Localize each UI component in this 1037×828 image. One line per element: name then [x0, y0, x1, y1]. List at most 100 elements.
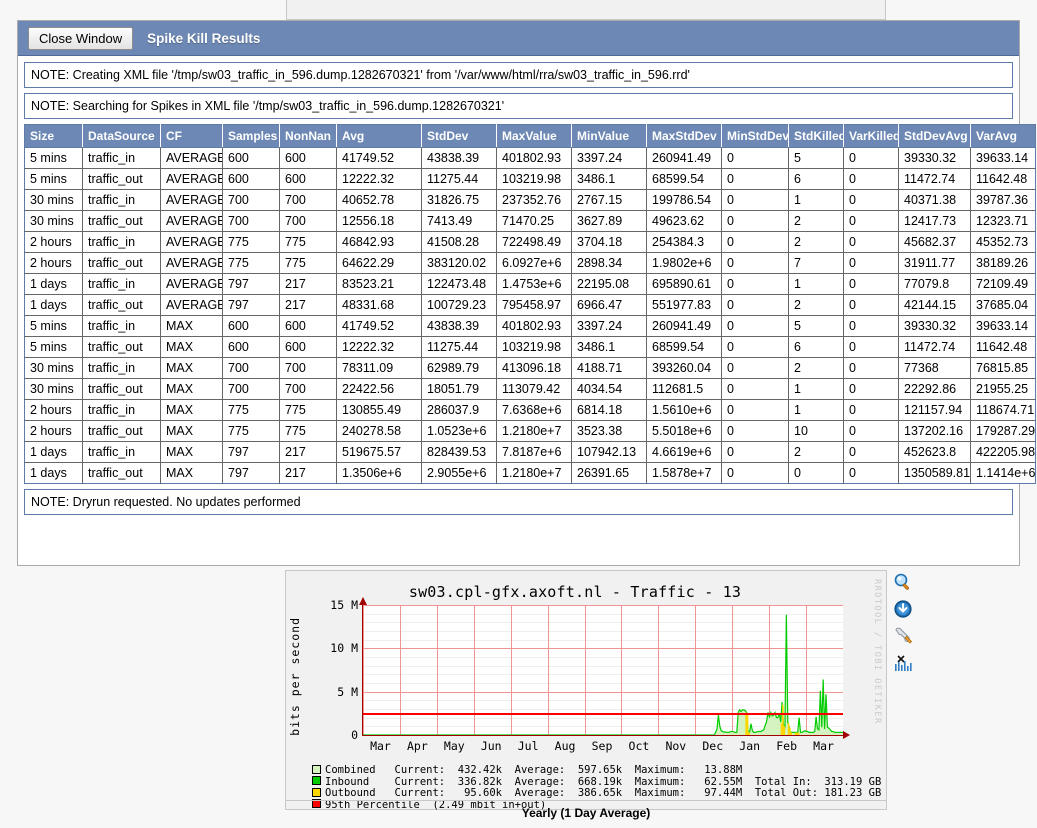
cell-maxstddev: 260941.49 [646, 315, 722, 337]
x-tick-label: Aug [554, 739, 576, 753]
cell-samples: 600 [222, 336, 280, 358]
plot-area: bits per second 0 5 M 10 M 15 M Mar Apr May Ju… [288, 597, 860, 755]
wrench-icon[interactable] [893, 626, 913, 646]
cell-maxvalue: 7.8187e+6 [496, 441, 572, 463]
cell-stddevavg: 12417.73 [898, 210, 971, 232]
cell-varavg: 45352.73 [970, 231, 1036, 253]
cell-stddevavg: 39330.32 [898, 315, 971, 337]
cell-maxstddev: 1.5610e+6 [646, 399, 722, 421]
column-header-maxstddev[interactable]: MaxStdDev [646, 124, 722, 148]
cell-maxvalue: 103219.98 [496, 168, 572, 190]
cell-maxstddev: 260941.49 [646, 147, 722, 169]
cell-stddevavg: 11472.74 [898, 336, 971, 358]
traffic-series-plot [363, 614, 843, 735]
column-header-minstddev[interactable]: MinStdDev [721, 124, 789, 148]
column-header-stddev[interactable]: StdDev [421, 124, 497, 148]
column-header-size[interactable]: Size [24, 124, 83, 148]
cell-stdkilled: 2 [788, 231, 844, 253]
spike-results-table: Size DataSource CF Samples NonNan Avg StdDev Ma… [24, 124, 1036, 484]
cell-datasource: traffic_in [82, 231, 161, 253]
column-header-nonnan[interactable]: NonNan [279, 124, 337, 148]
cell-size: 30 mins [24, 189, 83, 211]
column-header-cf[interactable]: CF [160, 124, 223, 148]
magnifier-zoom-icon[interactable] [893, 572, 913, 592]
cell-minvalue: 3397.24 [571, 315, 647, 337]
table-row: 1 days traffic_out AVERAGE 797 217 48331.68 10… [24, 294, 1036, 316]
outbound-spike [796, 732, 798, 735]
close-window-button[interactable]: Close Window [28, 26, 134, 50]
spike-kill-window: Close Window Spike Kill Results NOTE: Cr… [17, 20, 1036, 566]
cell-varavg: 76815.85 [970, 357, 1036, 379]
graph-action-icons [893, 572, 921, 682]
cell-size: 30 mins [24, 210, 83, 232]
cell-samples: 797 [222, 294, 280, 316]
cell-varavg: 39633.14 [970, 147, 1036, 169]
cell-stddevavg: 22292.86 [898, 378, 971, 400]
cell-nonnan: 775 [279, 231, 337, 253]
x-tick-label: Mar [813, 739, 834, 753]
cell-maxstddev: 5.5018e+6 [646, 420, 722, 442]
cell-avg: 12556.18 [336, 210, 422, 232]
cell-varavg: 38189.26 [970, 252, 1036, 274]
column-header-stdkilled[interactable]: StdKilled [788, 124, 844, 148]
outbound-spike [797, 732, 800, 735]
cell-stddev: 31826.75 [421, 189, 497, 211]
cell-varavg: 422205.98 [970, 441, 1036, 463]
x-tick-label: Jun [480, 739, 502, 753]
cell-size: 5 mins [24, 147, 83, 169]
cell-samples: 775 [222, 231, 280, 253]
column-header-minvalue[interactable]: MinValue [571, 124, 647, 148]
cell-nonnan: 775 [279, 252, 337, 274]
cell-samples: 775 [222, 399, 280, 421]
cell-maxstddev: 199786.54 [646, 189, 722, 211]
column-header-stddevavg[interactable]: StdDevAvg [898, 124, 971, 148]
cell-minstddev: 0 [721, 378, 789, 400]
top-partial-graph-strip: Outbound Current: 123.88k Average: 99.87… [0, 0, 1037, 20]
cell-minstddev: 0 [721, 273, 789, 295]
cell-stdkilled: 1 [788, 378, 844, 400]
download-icon[interactable] [893, 599, 913, 619]
cell-datasource: traffic_out [82, 294, 161, 316]
cell-stddevavg: 452623.8 [898, 441, 971, 463]
cell-stddev: 286037.9 [421, 399, 497, 421]
cell-minstddev: 0 [721, 210, 789, 232]
x-tick-label: May [443, 739, 465, 753]
cell-maxstddev: 1.9802e+6 [646, 252, 722, 274]
cell-minvalue: 4034.54 [571, 378, 647, 400]
y-axis-ticks: 0 5 M 10 M 15 M [306, 598, 358, 742]
table-body: 5 mins traffic_in AVERAGE 600 600 41749.52 438… [24, 147, 1036, 484]
table-row: 30 mins traffic_in AVERAGE 700 700 40652.78 31… [24, 189, 1036, 211]
cell-cf: MAX [160, 315, 223, 337]
cell-varavg: 39633.14 [970, 315, 1036, 337]
cell-samples: 797 [222, 273, 280, 295]
cell-stdkilled: 1 [788, 399, 844, 421]
cell-maxvalue: 103219.98 [496, 336, 572, 358]
outbound-spike [745, 712, 747, 735]
cell-nonnan: 700 [279, 378, 337, 400]
column-header-varkilled[interactable]: VarKilled [843, 124, 899, 148]
spike-kill-icon[interactable] [893, 653, 913, 673]
column-header-avg[interactable]: Avg [336, 124, 422, 148]
cell-size: 2 hours [24, 420, 83, 442]
cell-datasource: traffic_in [82, 273, 161, 295]
cell-minstddev: 0 [721, 399, 789, 421]
column-header-samples[interactable]: Samples [222, 124, 280, 148]
cell-varkilled: 0 [843, 252, 899, 274]
cell-samples: 775 [222, 420, 280, 442]
cell-samples: 700 [222, 378, 280, 400]
cell-stdkilled: 2 [788, 294, 844, 316]
cell-stddev: 100729.23 [421, 294, 497, 316]
column-header-varavg[interactable]: VarAvg [970, 124, 1036, 148]
x-tick-label: Dec [702, 739, 724, 753]
table-row: 5 mins traffic_out AVERAGE 600 600 12222.32 11… [24, 168, 1036, 190]
column-header-maxvalue[interactable]: MaxValue [496, 124, 572, 148]
cell-varkilled: 0 [843, 462, 899, 484]
cell-nonnan: 700 [279, 189, 337, 211]
cell-avg: 519675.57 [336, 441, 422, 463]
cell-varkilled: 0 [843, 420, 899, 442]
cell-datasource: traffic_in [82, 189, 161, 211]
column-header-datasource[interactable]: DataSource [82, 124, 161, 148]
graph-legend: Combined Current: 432.42k Average: 597.6… [312, 764, 881, 811]
window-header: Close Window Spike Kill Results [18, 21, 1019, 56]
cell-stddevavg: 40371.38 [898, 189, 971, 211]
